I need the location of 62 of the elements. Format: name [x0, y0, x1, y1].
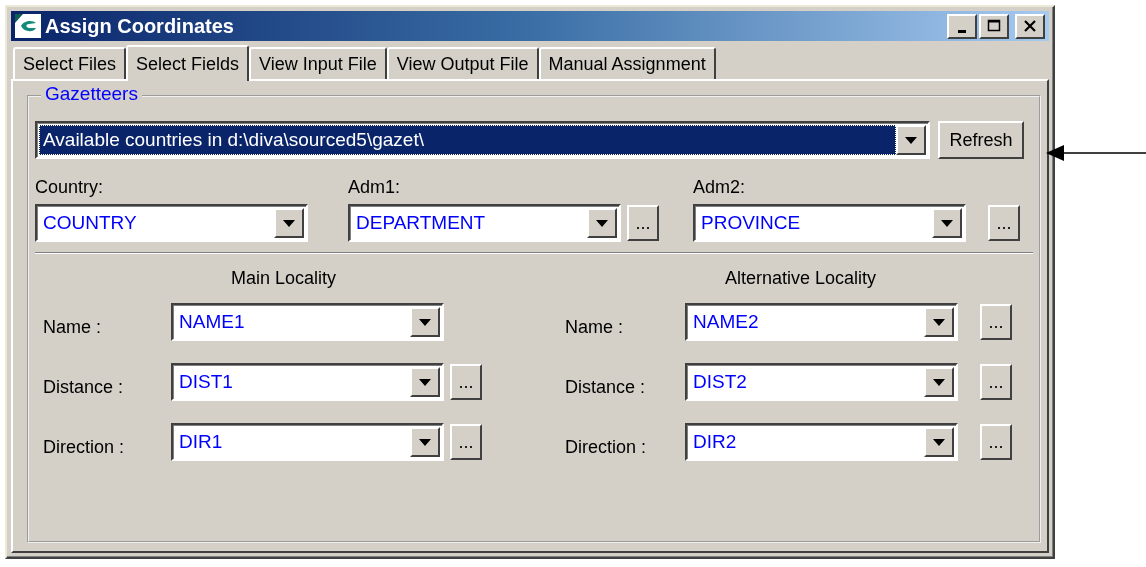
dropdown-field[interactable]: DIST1 [171, 363, 444, 401]
dropdown-button[interactable] [924, 307, 954, 337]
field-label: Distance : [565, 375, 647, 398]
close-button[interactable] [1015, 13, 1045, 39]
minimize-button[interactable] [947, 13, 977, 39]
window-title: Assign Coordinates [45, 14, 235, 38]
caret-icon [933, 378, 945, 386]
minimize-icon [958, 29, 966, 33]
browse-button[interactable]: ... [980, 304, 1012, 340]
caret-icon [933, 438, 945, 446]
caret-icon [941, 219, 953, 227]
dropdown-button[interactable] [274, 208, 304, 238]
tab[interactable]: View Output File [386, 47, 539, 79]
dropdown-button[interactable] [410, 427, 440, 457]
field-label: Name : [42, 315, 103, 338]
tab[interactable]: Manual Assignment [538, 47, 716, 79]
browse-button[interactable]: ... [627, 205, 659, 241]
tab[interactable]: Select Files [13, 47, 127, 79]
dropdown-button[interactable] [587, 208, 617, 238]
tab[interactable]: View Input File [249, 47, 387, 79]
dropdown-field[interactable]: DIR1 [171, 423, 444, 461]
caret-icon [283, 219, 295, 227]
field-label: Country: [35, 177, 105, 198]
caret-icon [419, 318, 431, 326]
gazetteer-dropdown[interactable]: Available countries in d:\diva\sourced5\gazet\ [35, 121, 930, 159]
dropdown-field[interactable]: NAME1 [171, 303, 444, 341]
tab[interactable]: Select Fields [126, 45, 250, 81]
refresh-button[interactable]: Refresh [938, 121, 1024, 159]
dropdown-field[interactable]: DIR2 [685, 423, 958, 461]
browse-button[interactable]: ... [980, 364, 1012, 400]
field-label: Adm2: [693, 177, 747, 198]
field-label: Name : [565, 315, 625, 338]
caret-icon [933, 318, 945, 326]
field-label: Direction : [42, 435, 126, 458]
section-heading: Alternative Locality [725, 268, 877, 289]
section-heading: Main Locality [231, 268, 337, 289]
browse-button[interactable]: ... [450, 364, 482, 400]
caret-icon [596, 219, 608, 227]
maximize-icon [987, 19, 1001, 33]
dropdown-button[interactable] [932, 208, 962, 238]
caret-icon [419, 438, 431, 446]
browse-button[interactable]: ... [988, 205, 1020, 241]
field-label: Direction : [565, 435, 648, 458]
dropdown-button[interactable] [410, 307, 440, 337]
field-label: Distance : [42, 375, 125, 398]
dropdown-field[interactable]: COUNTRY [35, 204, 308, 242]
browse-button[interactable]: ... [450, 424, 482, 460]
dropdown-field[interactable]: DIST2 [685, 363, 958, 401]
caret-icon [905, 136, 917, 144]
dropdown-button[interactable] [924, 367, 954, 397]
dropdown-button[interactable] [410, 367, 440, 397]
dropdown-button[interactable] [896, 125, 926, 155]
app-icon [15, 14, 41, 38]
dropdown-button[interactable] [924, 427, 954, 457]
browse-button[interactable]: ... [980, 424, 1012, 460]
dropdown-field[interactable]: NAME2 [685, 303, 958, 341]
field-label: Adm1: [348, 177, 402, 198]
dropdown-field[interactable]: PROVINCE [693, 204, 966, 242]
dropdown-field[interactable]: DEPARTMENT [348, 204, 621, 242]
maximize-button[interactable] [979, 13, 1009, 39]
caret-icon [419, 378, 431, 386]
close-icon [1023, 19, 1037, 33]
